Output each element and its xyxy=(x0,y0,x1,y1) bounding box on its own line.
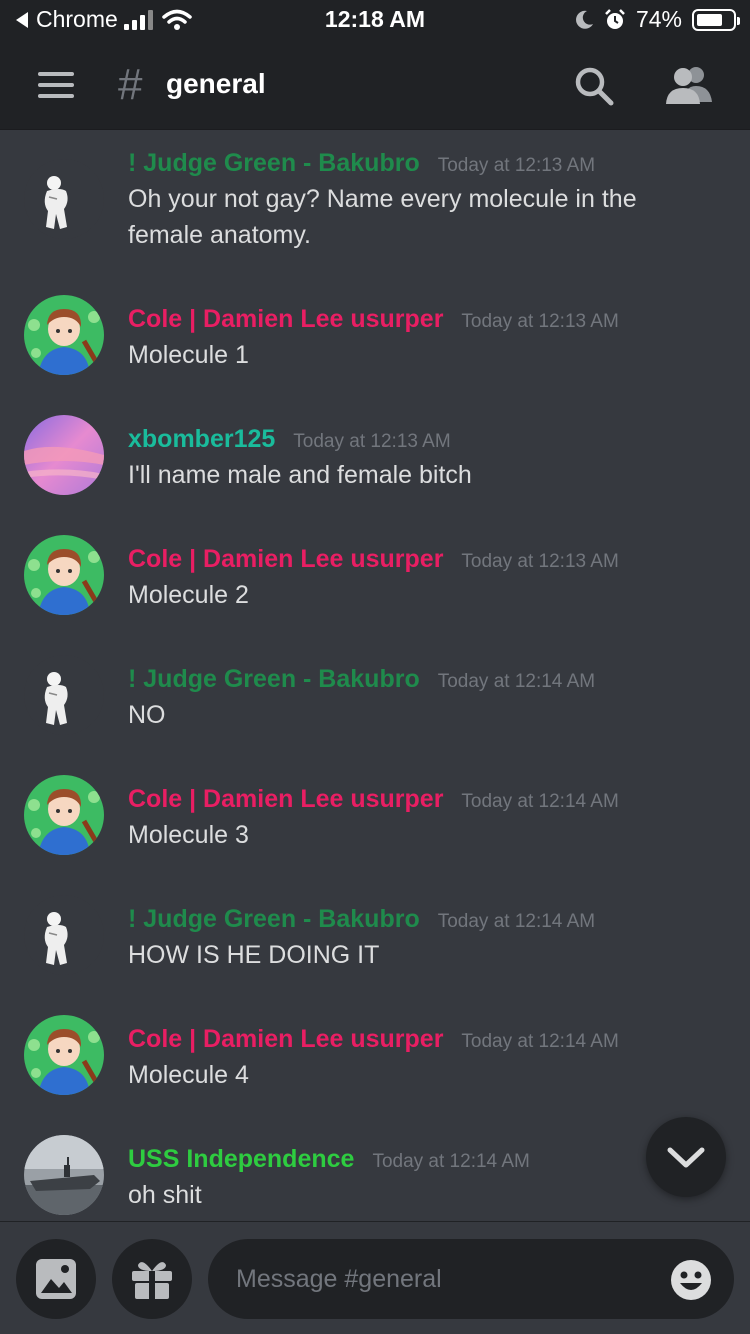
username[interactable]: USS Independence xyxy=(128,1145,354,1174)
timestamp: Today at 12:14 AM xyxy=(437,671,596,692)
message-text: Molecule 4 xyxy=(128,1061,249,1089)
avatar[interactable] xyxy=(24,1135,104,1215)
avatar[interactable] xyxy=(24,159,104,239)
timestamp: Today at 12:13 AM xyxy=(461,551,619,572)
timestamp: Today at 12:13 AM xyxy=(461,311,619,332)
avatar[interactable] xyxy=(24,1015,104,1095)
message-composer xyxy=(0,1221,750,1334)
emoji-icon[interactable] xyxy=(670,1259,712,1301)
message-text: oh shit xyxy=(128,1181,202,1209)
avatar[interactable] xyxy=(24,535,104,615)
message-input[interactable] xyxy=(208,1239,734,1319)
do-not-disturb-icon xyxy=(576,10,593,29)
timestamp: Today at 12:14 AM xyxy=(372,1151,530,1172)
message-text: HOW IS HE DOING IT xyxy=(128,941,380,969)
timestamp: Today at 12:13 AM xyxy=(437,155,596,176)
message-text: Oh your not gay? Name every molecule in … xyxy=(128,185,637,249)
timestamp: Today at 12:14 AM xyxy=(461,1031,619,1052)
channel-header: # general xyxy=(0,40,750,130)
message-text: Molecule 2 xyxy=(128,581,249,609)
members-icon[interactable] xyxy=(664,64,714,108)
username[interactable]: ! Judge Green - Bakubro xyxy=(128,149,420,178)
message-text: I'll name male and female bitch xyxy=(128,461,472,489)
timestamp: Today at 12:14 AM xyxy=(461,791,619,812)
username[interactable]: Cole | Damien Lee usurper xyxy=(128,545,443,574)
username[interactable]: xbomber125 xyxy=(128,425,275,454)
status-bar: Chrome 12:18 AM 74% xyxy=(0,0,750,40)
avatar[interactable] xyxy=(24,895,104,975)
jump-to-latest-button[interactable] xyxy=(646,1117,726,1197)
gift-icon xyxy=(132,1262,172,1299)
avatar[interactable] xyxy=(24,415,104,495)
message-text: Molecule 3 xyxy=(128,821,249,849)
chevron-down-icon xyxy=(667,1147,705,1168)
avatar[interactable] xyxy=(24,655,104,735)
username[interactable]: ! Judge Green - Bakubro xyxy=(128,905,420,934)
avatar[interactable] xyxy=(24,775,104,855)
status-bar-right: 74% xyxy=(574,6,740,33)
image-icon xyxy=(36,1259,76,1299)
message-text: NO xyxy=(128,701,166,729)
message-list[interactable]: ! Judge Green - Bakubro Today at 12:13 A… xyxy=(0,131,750,1221)
gift-button[interactable] xyxy=(112,1239,192,1319)
attach-image-button[interactable] xyxy=(16,1239,96,1319)
channel-title: general xyxy=(166,68,266,99)
alarm-icon xyxy=(605,8,625,29)
avatar[interactable] xyxy=(24,295,104,375)
battery-fill xyxy=(697,13,722,26)
battery-icon xyxy=(692,8,740,31)
hamburger-menu-icon[interactable] xyxy=(38,72,74,98)
battery-percent: 74% xyxy=(635,6,682,32)
username[interactable]: ! Judge Green - Bakubro xyxy=(128,665,420,694)
username[interactable]: Cole | Damien Lee usurper xyxy=(128,1025,443,1054)
username[interactable]: Cole | Damien Lee usurper xyxy=(128,305,443,334)
timestamp: Today at 12:13 AM xyxy=(293,431,451,452)
timestamp: Today at 12:14 AM xyxy=(437,911,596,932)
message-text: Molecule 1 xyxy=(128,341,249,369)
username[interactable]: Cole | Damien Lee usurper xyxy=(128,785,443,814)
channel-hash-icon: # xyxy=(118,60,143,109)
search-icon[interactable] xyxy=(572,64,616,108)
